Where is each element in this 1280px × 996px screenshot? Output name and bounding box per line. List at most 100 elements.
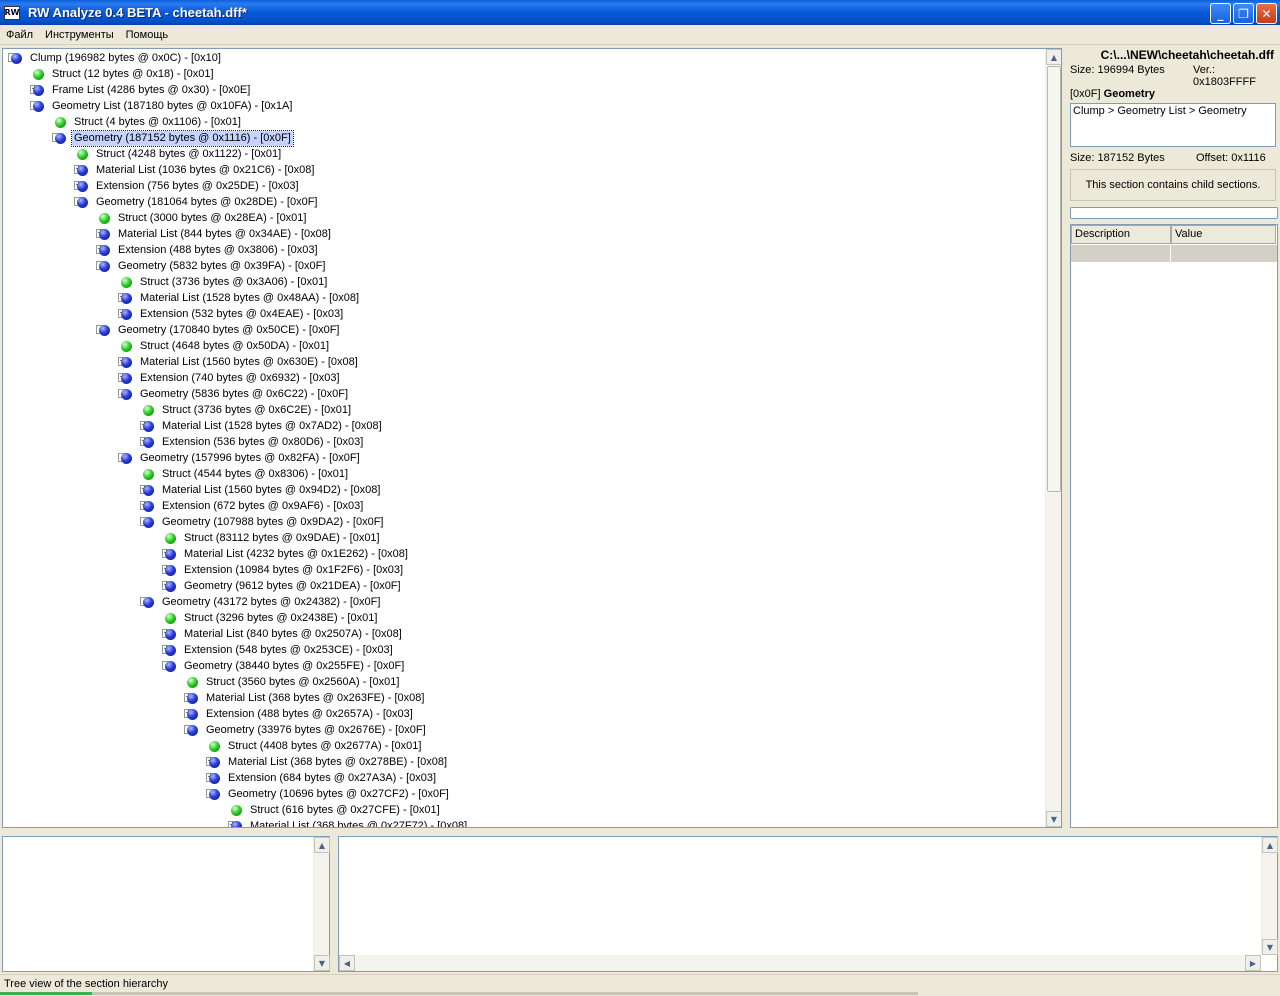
tree-node[interactable]: Geometry (157996 bytes @ 0x82FA) - [0x0F…	[121, 450, 362, 466]
tree-node[interactable]: Geometry (5832 bytes @ 0x39FA) - [0x0F]	[99, 258, 327, 274]
tree-node[interactable]: Struct (12 bytes @ 0x18) - [0x01]	[33, 66, 216, 82]
tree-node[interactable]: Extension (10984 bytes @ 0x1F2F6) - [0x0…	[165, 562, 405, 578]
tree-node-label: Material List (1528 bytes @ 0x48AA) - [0…	[140, 291, 360, 304]
tree-node[interactable]: Geometry (181064 bytes @ 0x28DE) - [0x0F…	[77, 194, 319, 210]
tree-node[interactable]: Material List (4232 bytes @ 0x1E262) - […	[165, 546, 410, 562]
tree-node[interactable]: Struct (3296 bytes @ 0x2438E) - [0x01]	[165, 610, 379, 626]
bottom-left-scrollbar[interactable]: ▲ ▼	[313, 837, 330, 971]
column-value[interactable]: Value	[1171, 225, 1276, 244]
tree-node[interactable]: Struct (4408 bytes @ 0x2677A) - [0x01]	[209, 738, 423, 754]
tree-node[interactable]: Struct (4648 bytes @ 0x50DA) - [0x01]	[121, 338, 331, 354]
menu-help[interactable]: Помощь	[120, 29, 175, 41]
tree-node-label: Extension (548 bytes @ 0x253CE) - [0x03]	[184, 643, 393, 656]
tree-node[interactable]: Geometry (170840 bytes @ 0x50CE) - [0x0F…	[99, 322, 341, 338]
tree-node[interactable]: Geometry (5836 bytes @ 0x6C22) - [0x0F]	[121, 386, 350, 402]
section-orb-icon	[121, 372, 132, 384]
tree-node[interactable]: Material List (844 bytes @ 0x34AE) - [0x…	[99, 226, 333, 242]
menu-tools[interactable]: Инструменты	[39, 29, 120, 41]
scroll-right-button[interactable]: ▶	[1245, 955, 1261, 971]
struct-orb-icon	[165, 612, 176, 624]
tree-node[interactable]: Struct (4544 bytes @ 0x8306) - [0x01]	[143, 466, 350, 482]
tree-node-label: Geometry (181064 bytes @ 0x28DE) - [0x0F…	[96, 195, 318, 208]
tree-node[interactable]: Material List (1528 bytes @ 0x48AA) - [0…	[121, 290, 361, 306]
tree-node-label: Extension (10984 bytes @ 0x1F2F6) - [0x0…	[184, 563, 404, 576]
scroll-up-button[interactable]: ▲	[1046, 49, 1061, 65]
tree-node[interactable]: Material List (1560 bytes @ 0x94D2) - [0…	[143, 482, 382, 498]
section-orb-icon	[121, 292, 132, 304]
minimize-button[interactable]: _	[1210, 3, 1231, 24]
scroll-thumb[interactable]	[1047, 66, 1061, 492]
scroll-down-button[interactable]: ▼	[314, 955, 330, 971]
tree-node[interactable]: Geometry (43172 bytes @ 0x24382) - [0x0F…	[143, 594, 382, 610]
section-orb-icon	[165, 644, 176, 656]
tree-node[interactable]: Struct (4248 bytes @ 0x1122) - [0x01]	[77, 146, 283, 162]
menu-file[interactable]: Файл	[0, 29, 39, 41]
tree-node[interactable]: Frame List (4286 bytes @ 0x30) - [0x0E]	[33, 82, 252, 98]
tree-node[interactable]: Material List (1560 bytes @ 0x630E) - [0…	[121, 354, 360, 370]
column-description[interactable]: Description	[1071, 225, 1171, 244]
tree-node[interactable]: Geometry (10696 bytes @ 0x27CF2) - [0x0F…	[209, 786, 451, 802]
tree-node-label: Material List (844 bytes @ 0x34AE) - [0x…	[118, 227, 331, 240]
maximize-button[interactable]: ❐	[1233, 3, 1254, 24]
tree-node[interactable]: Geometry (33976 bytes @ 0x2676E) - [0x0F…	[187, 722, 428, 738]
scroll-down-button[interactable]: ▼	[1046, 811, 1061, 827]
tree-node[interactable]: Struct (4 bytes @ 0x1106) - [0x01]	[55, 114, 243, 130]
tree-node[interactable]: Material List (368 bytes @ 0x27F72) - [0…	[231, 818, 469, 827]
struct-orb-icon	[143, 468, 154, 480]
tree-node[interactable]: Material List (1036 bytes @ 0x21C6) - [0…	[77, 162, 316, 178]
tree-node[interactable]: Geometry (9612 bytes @ 0x21DEA) - [0x0F]	[165, 578, 403, 594]
tree-node[interactable]: Struct (616 bytes @ 0x27CFE) - [0x01]	[231, 802, 442, 818]
tree-node[interactable]: Extension (684 bytes @ 0x27A3A) - [0x03]	[209, 770, 438, 786]
tree-node-label: Struct (3736 bytes @ 0x3A06) - [0x01]	[140, 275, 328, 288]
tree-node[interactable]: Extension (488 bytes @ 0x2657A) - [0x03]	[187, 706, 415, 722]
section-offset: Offset: 0x1116	[1196, 152, 1266, 164]
hex-input[interactable]	[1070, 207, 1278, 219]
tree-node[interactable]: Extension (536 bytes @ 0x80D6) - [0x03]	[143, 434, 365, 450]
tree-node[interactable]: Extension (548 bytes @ 0x253CE) - [0x03]	[165, 642, 395, 658]
bottom-right-hscrollbar[interactable]: ◀ ▶	[339, 955, 1261, 971]
hex-offset-panel[interactable]: ▲ ▼	[2, 836, 330, 972]
tree-node[interactable]: Material List (1528 bytes @ 0x7AD2) - [0…	[143, 418, 384, 434]
tree-node-label: Material List (368 bytes @ 0x278BE) - [0…	[228, 755, 448, 768]
tree-node[interactable]: Struct (3560 bytes @ 0x2560A) - [0x01]	[187, 674, 401, 690]
hex-data-panel[interactable]: ▲ ▼ ◀ ▶	[338, 836, 1278, 972]
tree-node[interactable]: Struct (83112 bytes @ 0x9DAE) - [0x01]	[165, 530, 382, 546]
tree-node[interactable]: Struct (3000 bytes @ 0x28EA) - [0x01]	[99, 210, 308, 226]
tree-node[interactable]: Geometry List (187180 bytes @ 0x10FA) - …	[33, 98, 294, 114]
progress-fill	[0, 992, 92, 995]
tree-node[interactable]: Material List (368 bytes @ 0x278BE) - [0…	[209, 754, 449, 770]
tree-node[interactable]: Material List (840 bytes @ 0x2507A) - [0…	[165, 626, 404, 642]
scroll-up-button[interactable]: ▲	[314, 837, 330, 853]
scroll-up-button[interactable]: ▲	[1262, 837, 1278, 853]
tree-node-label: Struct (4408 bytes @ 0x2677A) - [0x01]	[228, 739, 422, 752]
section-orb-icon	[143, 500, 154, 512]
tree-node[interactable]: Extension (740 bytes @ 0x6932) - [0x03]	[121, 370, 342, 386]
tree-node[interactable]: Struct (3736 bytes @ 0x6C2E) - [0x01]	[143, 402, 353, 418]
section-orb-icon	[187, 724, 198, 736]
scroll-down-button[interactable]: ▼	[1262, 939, 1278, 955]
tree-node[interactable]: Extension (672 bytes @ 0x9AF6) - [0x03]	[143, 498, 365, 514]
tree-node[interactable]: Geometry (107988 bytes @ 0x9DA2) - [0x0F…	[143, 514, 385, 530]
tree-node[interactable]: Struct (3736 bytes @ 0x3A06) - [0x01]	[121, 274, 329, 290]
tree-node[interactable]: Extension (532 bytes @ 0x4EAE) - [0x03]	[121, 306, 345, 322]
tree-node[interactable]: Material List (368 bytes @ 0x263FE) - [0…	[187, 690, 426, 706]
bottom-right-vscrollbar[interactable]: ▲ ▼	[1261, 837, 1278, 955]
section-orb-icon	[77, 196, 88, 208]
tree-node-label: Extension (684 bytes @ 0x27A3A) - [0x03]	[228, 771, 437, 784]
tree-node-label: Extension (488 bytes @ 0x3806) - [0x03]	[118, 243, 318, 256]
grid-row[interactable]	[1071, 245, 1277, 262]
tree-node[interactable]: Geometry (187152 bytes @ 0x1116) - [0x0F…	[55, 129, 294, 147]
scroll-left-button[interactable]: ◀	[339, 955, 355, 971]
properties-grid[interactable]: Description Value	[1070, 224, 1278, 828]
tree-node[interactable]: Clump (196982 bytes @ 0x0C) - [0x10]	[11, 50, 223, 66]
close-button[interactable]: ✕	[1256, 3, 1277, 24]
section-tree[interactable]: -Clump (196982 bytes @ 0x0C) - [0x10]Str…	[2, 48, 1062, 828]
tree-vertical-scrollbar[interactable]: ▲ ▼	[1045, 49, 1061, 827]
tree-node[interactable]: Extension (488 bytes @ 0x3806) - [0x03]	[99, 242, 320, 258]
tree-node[interactable]: Extension (756 bytes @ 0x25DE) - [0x03]	[77, 178, 301, 194]
section-details-panel: C:\...\NEW\cheetah\cheetah.dff Size: 196…	[1068, 48, 1278, 828]
tree-node-label: Material List (1560 bytes @ 0x630E) - [0…	[140, 355, 358, 368]
tree-node-label: Extension (740 bytes @ 0x6932) - [0x03]	[140, 371, 340, 384]
tree-node[interactable]: Geometry (38440 bytes @ 0x255FE) - [0x0F…	[165, 658, 406, 674]
struct-orb-icon	[187, 676, 198, 688]
